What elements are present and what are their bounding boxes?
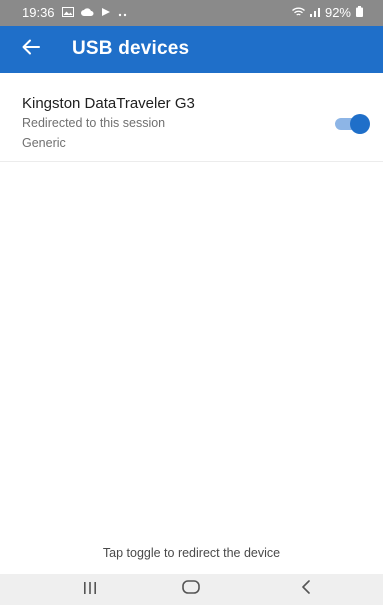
redirect-toggle[interactable] [335,114,370,134]
back-arrow-icon [22,39,40,60]
battery-icon [356,5,363,20]
app-bar: USB devices [0,26,383,73]
home-icon [182,580,200,599]
recent-apps-icon [83,581,97,599]
status-bar-right: 92% [292,5,363,20]
usb-devices-screen: 19:36 92% USB devices Kingston DataTrave… [0,0,383,605]
play-icon [101,5,111,20]
toggle-thumb [350,114,370,134]
signal-icon [309,5,320,20]
hint-text: Tap toggle to redirect the device [102,546,281,560]
system-back-button[interactable] [276,574,336,605]
navigation-bar [0,574,383,605]
status-bar-left: 19:36 [22,5,128,20]
list-item[interactable]: Kingston DataTraveler G3 Redirected to t… [0,95,383,161]
device-name: Kingston DataTraveler G3 [22,95,195,112]
device-status: Redirected to this session [22,116,166,130]
more-dots-icon [118,5,128,20]
status-time: 19:36 [22,5,55,20]
battery-percent: 92% [324,5,351,20]
back-icon [301,580,311,599]
cloud-icon [80,5,94,20]
back-button[interactable] [18,36,44,62]
device-type: Generic [22,136,66,150]
divider [0,161,383,162]
gallery-icon [61,5,74,20]
recent-apps-button[interactable] [60,574,120,605]
home-button[interactable] [161,574,221,605]
wifi-icon [292,5,305,20]
status-bar: 19:36 92% [0,0,383,26]
page-title: USB devices [72,38,190,59]
